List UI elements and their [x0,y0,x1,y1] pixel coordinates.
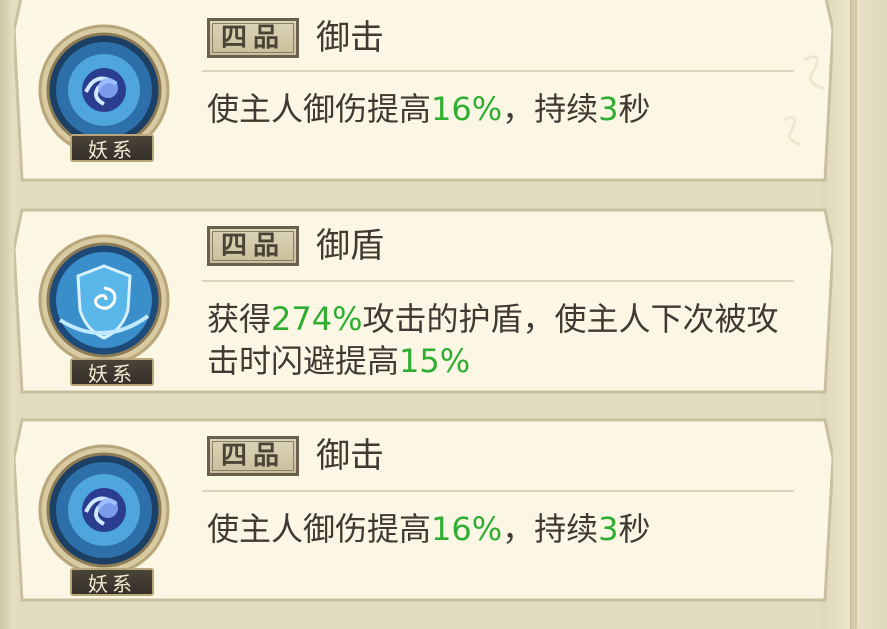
skill-card[interactable]: 妖系 四品 御击 使主人御伤提高16%，持续3秒 [14,418,833,604]
scrollbar-track[interactable] [850,0,857,629]
grade-badge: 四品 [207,436,299,476]
school-badge: 妖系 [70,134,154,162]
skill-name: 御盾 [316,226,384,266]
grade-badge: 四品 [207,226,299,266]
panel-left-edge [0,0,14,629]
skill-description: 使主人御伤提高16%，持续3秒 [207,90,651,128]
skill-name: 御击 [316,18,384,58]
skill-description: 获得274%攻击的护盾，使主人下次被攻击时闪避提高15% [207,300,779,380]
school-badge: 妖系 [70,568,154,596]
skill-description: 使主人御伤提高16%，持续3秒 [207,510,651,548]
school-badge: 妖系 [70,358,154,386]
grade-badge: 四品 [207,18,299,58]
skill-card[interactable]: 妖系 四品 御击 使主人御伤提高16%，持续3秒 [14,0,833,184]
divider [202,490,794,492]
skill-card[interactable]: 妖系 四品 御盾 获得274%攻击的护盾，使主人下次被攻击时闪避提高15% [14,208,833,396]
divider [202,70,794,72]
skill-name: 御击 [316,436,384,476]
divider [202,280,794,282]
